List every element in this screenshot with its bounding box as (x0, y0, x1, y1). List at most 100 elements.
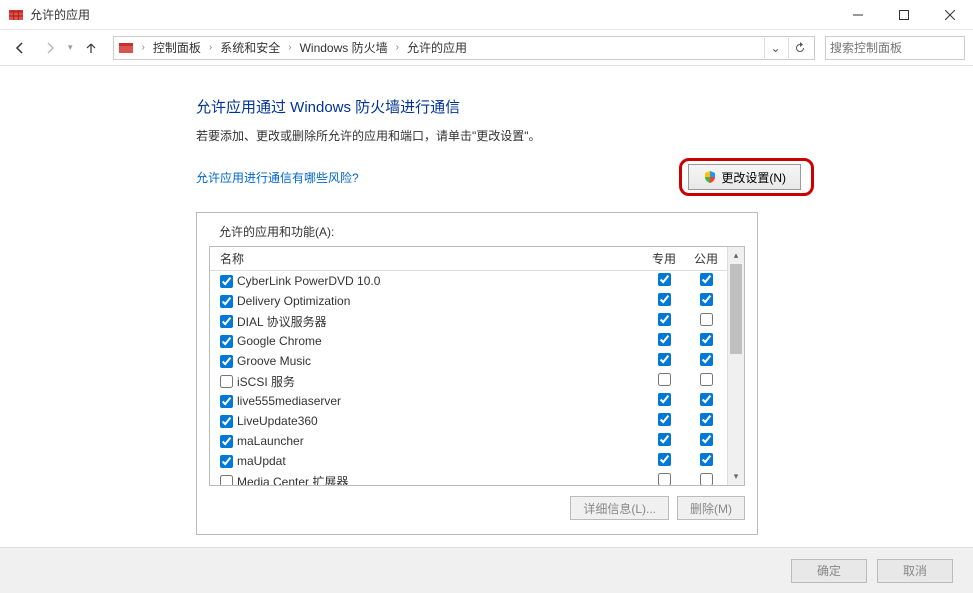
row-private-checkbox[interactable] (658, 433, 671, 446)
risk-link[interactable]: 允许应用进行通信有哪些风险? (196, 169, 359, 186)
chevron-right-icon: › (396, 42, 399, 53)
row-name-cell: live555mediaserver (210, 394, 643, 408)
table-row[interactable]: iSCSI 服务 (210, 371, 727, 391)
table-row[interactable]: Media Center 扩展器 (210, 471, 727, 485)
forward-button[interactable] (38, 36, 62, 60)
scroll-up-button[interactable]: ▴ (728, 247, 744, 264)
row-public-checkbox[interactable] (700, 293, 713, 306)
row-public-cell (685, 413, 727, 429)
breadcrumb-item[interactable]: 系统和安全 (216, 37, 284, 58)
row-enabled-checkbox[interactable] (220, 395, 233, 408)
row-name-cell: iSCSI 服务 (210, 373, 643, 390)
row-name-cell: DIAL 协议服务器 (210, 313, 643, 330)
breadcrumb-item[interactable]: Windows 防火墙 (296, 37, 392, 58)
row-public-cell (685, 353, 727, 369)
row-public-checkbox[interactable] (700, 393, 713, 406)
row-public-checkbox[interactable] (700, 473, 713, 485)
col-private-header[interactable]: 专用 (643, 250, 685, 267)
change-settings-button[interactable]: 更改设置(N) (688, 164, 801, 190)
row-enabled-checkbox[interactable] (220, 295, 233, 308)
col-name-header[interactable]: 名称 (210, 250, 643, 267)
row-enabled-checkbox[interactable] (220, 315, 233, 328)
refresh-button[interactable] (788, 38, 810, 58)
breadcrumb-bar[interactable]: › 控制面板 › 系统和安全 › Windows 防火墙 › 允许的应用 ⌄ (113, 36, 815, 60)
minimize-button[interactable] (835, 0, 881, 30)
row-app-name: iSCSI 服务 (237, 373, 295, 390)
row-enabled-checkbox[interactable] (220, 415, 233, 428)
row-enabled-checkbox[interactable] (220, 455, 233, 468)
breadcrumb-dropdown[interactable]: ⌄ (764, 38, 786, 58)
row-name-cell: Groove Music (210, 354, 643, 368)
row-private-checkbox[interactable] (658, 333, 671, 346)
row-name-cell: Google Chrome (210, 334, 643, 348)
row-public-checkbox[interactable] (700, 333, 713, 346)
row-enabled-checkbox[interactable] (220, 375, 233, 388)
row-public-checkbox[interactable] (700, 313, 713, 326)
scrollbar[interactable]: ▴ ▾ (727, 247, 744, 485)
remove-button[interactable]: 删除(M) (677, 496, 745, 520)
scroll-thumb[interactable] (730, 264, 742, 354)
maximize-button[interactable] (881, 0, 927, 30)
table-row[interactable]: CyberLink PowerDVD 10.0 (210, 271, 727, 291)
row-enabled-checkbox[interactable] (220, 335, 233, 348)
table-row[interactable]: Google Chrome (210, 331, 727, 351)
up-button[interactable] (79, 36, 103, 60)
content-area: 允许应用通过 Windows 防火墙进行通信 若要添加、更改或删除所允许的应用和… (0, 66, 973, 575)
row-public-checkbox[interactable] (700, 433, 713, 446)
row-public-cell (685, 393, 727, 409)
row-public-checkbox[interactable] (700, 453, 713, 466)
row-app-name: CyberLink PowerDVD 10.0 (237, 274, 380, 288)
page-subtext: 若要添加、更改或删除所允许的应用和端口，请单击"更改设置"。 (196, 127, 973, 144)
row-private-cell (643, 453, 685, 469)
details-button[interactable]: 详细信息(L)... (570, 496, 669, 520)
row-private-checkbox[interactable] (658, 273, 671, 286)
row-private-checkbox[interactable] (658, 353, 671, 366)
table-row[interactable]: maUpdat (210, 451, 727, 471)
search-input[interactable] (830, 41, 973, 55)
breadcrumb-item[interactable]: 允许的应用 (403, 37, 471, 58)
row-private-checkbox[interactable] (658, 293, 671, 306)
row-private-cell (643, 293, 685, 309)
row-private-checkbox[interactable] (658, 473, 671, 485)
row-enabled-checkbox[interactable] (220, 275, 233, 288)
row-private-cell (643, 433, 685, 449)
col-public-header[interactable]: 公用 (685, 250, 727, 267)
table-row[interactable]: LiveUpdate360 (210, 411, 727, 431)
row-app-name: DIAL 协议服务器 (237, 313, 327, 330)
row-enabled-checkbox[interactable] (220, 355, 233, 368)
row-enabled-checkbox[interactable] (220, 435, 233, 448)
row-public-cell (685, 433, 727, 449)
history-dropdown[interactable]: ▾ (68, 42, 73, 53)
highlight-annotation: 更改设置(N) (679, 158, 814, 196)
row-private-checkbox[interactable] (658, 453, 671, 466)
row-public-checkbox[interactable] (700, 413, 713, 426)
cancel-button[interactable]: 取消 (877, 559, 953, 583)
row-public-cell (685, 333, 727, 349)
table-row[interactable]: Delivery Optimization (210, 291, 727, 311)
row-private-checkbox[interactable] (658, 393, 671, 406)
back-button[interactable] (8, 36, 32, 60)
row-private-checkbox[interactable] (658, 413, 671, 426)
close-button[interactable] (927, 0, 973, 30)
apps-list: 名称 专用 公用 CyberLink PowerDVD 10.0 Delivery… (209, 246, 745, 486)
breadcrumb-item[interactable]: 控制面板 (149, 37, 205, 58)
table-row[interactable]: live555mediaserver (210, 391, 727, 411)
row-public-checkbox[interactable] (700, 353, 713, 366)
row-private-checkbox[interactable] (658, 313, 671, 326)
table-row[interactable]: DIAL 协议服务器 (210, 311, 727, 331)
search-box[interactable] (825, 36, 965, 60)
row-public-checkbox[interactable] (700, 373, 713, 386)
row-enabled-checkbox[interactable] (220, 475, 233, 486)
ok-button[interactable]: 确定 (791, 559, 867, 583)
change-settings-label: 更改设置(N) (721, 169, 786, 186)
table-row[interactable]: maLauncher (210, 431, 727, 451)
row-public-checkbox[interactable] (700, 273, 713, 286)
row-app-name: LiveUpdate360 (237, 414, 318, 428)
scroll-down-button[interactable]: ▾ (728, 468, 744, 485)
table-row[interactable]: Groove Music (210, 351, 727, 371)
scroll-track[interactable] (728, 264, 744, 468)
row-public-cell (685, 453, 727, 469)
row-private-cell (643, 313, 685, 329)
row-private-checkbox[interactable] (658, 373, 671, 386)
allowed-apps-panel: 允许的应用和功能(A): 名称 专用 公用 CyberLink PowerDVD… (196, 212, 758, 535)
